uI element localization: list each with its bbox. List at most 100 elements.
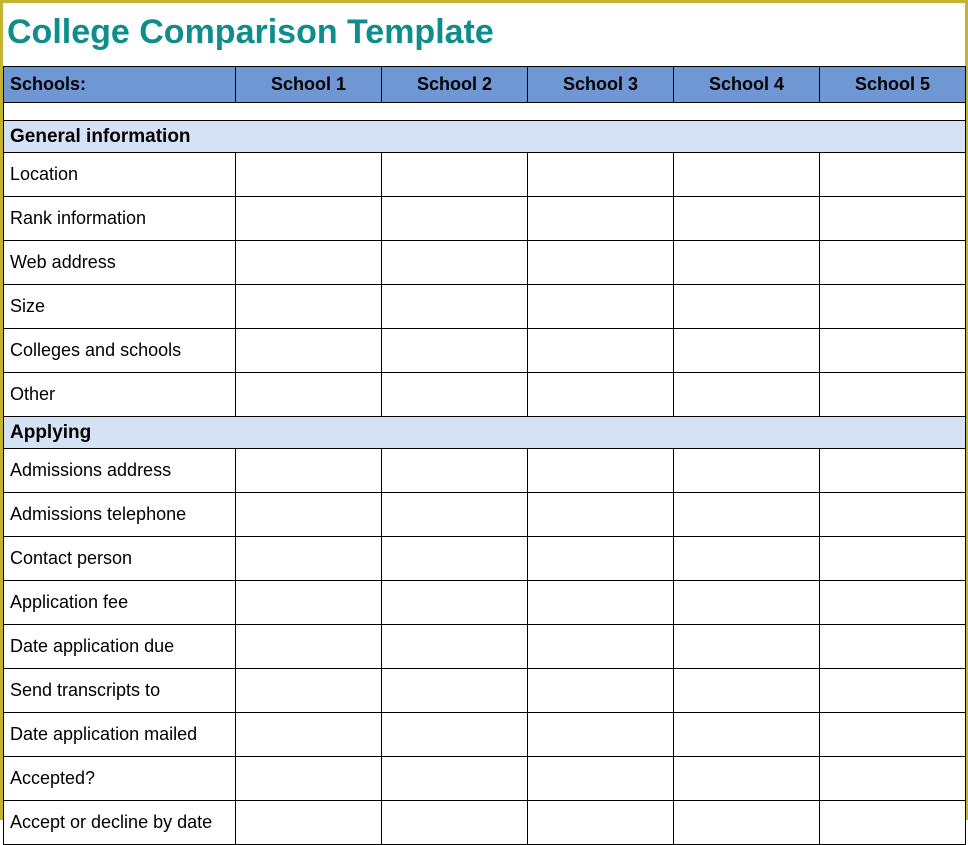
data-cell[interactable] bbox=[674, 285, 820, 329]
data-cell[interactable] bbox=[382, 197, 528, 241]
section-header-row: Applying bbox=[4, 417, 966, 449]
data-cell[interactable] bbox=[820, 153, 966, 197]
section-header-row: General information bbox=[4, 121, 966, 153]
header-row: Schools: School 1 School 2 School 3 Scho… bbox=[4, 67, 966, 103]
table-row: Accepted? bbox=[4, 757, 966, 801]
header-col-2: School 2 bbox=[382, 67, 528, 103]
data-cell[interactable] bbox=[528, 581, 674, 625]
header-col-5: School 5 bbox=[820, 67, 966, 103]
table-row: Colleges and schools bbox=[4, 329, 966, 373]
data-cell[interactable] bbox=[674, 537, 820, 581]
data-cell[interactable] bbox=[820, 285, 966, 329]
table-row: Admissions address bbox=[4, 449, 966, 493]
data-cell[interactable] bbox=[528, 669, 674, 713]
data-cell[interactable] bbox=[236, 373, 382, 417]
row-label: Other bbox=[4, 373, 236, 417]
data-cell[interactable] bbox=[528, 153, 674, 197]
table-row: Admissions telephone bbox=[4, 493, 966, 537]
data-cell[interactable] bbox=[236, 625, 382, 669]
data-cell[interactable] bbox=[674, 669, 820, 713]
data-cell[interactable] bbox=[674, 757, 820, 801]
data-cell[interactable] bbox=[528, 449, 674, 493]
data-cell[interactable] bbox=[674, 581, 820, 625]
data-cell[interactable] bbox=[382, 581, 528, 625]
data-cell[interactable] bbox=[820, 757, 966, 801]
spacer-cell bbox=[4, 103, 966, 121]
data-cell[interactable] bbox=[382, 329, 528, 373]
data-cell[interactable] bbox=[236, 153, 382, 197]
data-cell[interactable] bbox=[820, 669, 966, 713]
data-cell[interactable] bbox=[236, 713, 382, 757]
data-cell[interactable] bbox=[382, 241, 528, 285]
data-cell[interactable] bbox=[528, 801, 674, 845]
row-label: Date application mailed bbox=[4, 713, 236, 757]
data-cell[interactable] bbox=[236, 801, 382, 845]
data-cell[interactable] bbox=[236, 285, 382, 329]
data-cell[interactable] bbox=[528, 373, 674, 417]
data-cell[interactable] bbox=[528, 285, 674, 329]
data-cell[interactable] bbox=[236, 669, 382, 713]
data-cell[interactable] bbox=[528, 197, 674, 241]
data-cell[interactable] bbox=[820, 713, 966, 757]
data-cell[interactable] bbox=[382, 493, 528, 537]
data-cell[interactable] bbox=[382, 373, 528, 417]
data-cell[interactable] bbox=[674, 801, 820, 845]
data-cell[interactable] bbox=[382, 449, 528, 493]
data-cell[interactable] bbox=[382, 153, 528, 197]
header-rowlabel: Schools: bbox=[4, 67, 236, 103]
row-label: Date application due bbox=[4, 625, 236, 669]
data-cell[interactable] bbox=[528, 625, 674, 669]
data-cell[interactable] bbox=[528, 757, 674, 801]
data-cell[interactable] bbox=[820, 373, 966, 417]
data-cell[interactable] bbox=[820, 581, 966, 625]
data-cell[interactable] bbox=[820, 449, 966, 493]
data-cell[interactable] bbox=[674, 449, 820, 493]
data-cell[interactable] bbox=[820, 537, 966, 581]
data-cell[interactable] bbox=[674, 153, 820, 197]
data-cell[interactable] bbox=[382, 625, 528, 669]
data-cell[interactable] bbox=[820, 329, 966, 373]
data-cell[interactable] bbox=[674, 493, 820, 537]
data-cell[interactable] bbox=[236, 493, 382, 537]
data-cell[interactable] bbox=[236, 581, 382, 625]
row-label: Accepted? bbox=[4, 757, 236, 801]
row-label: Admissions address bbox=[4, 449, 236, 493]
page-title: College Comparison Template bbox=[3, 3, 965, 66]
data-cell[interactable] bbox=[236, 537, 382, 581]
data-cell[interactable] bbox=[820, 197, 966, 241]
data-cell[interactable] bbox=[820, 241, 966, 285]
row-label: Web address bbox=[4, 241, 236, 285]
data-cell[interactable] bbox=[528, 241, 674, 285]
table-row: Application fee bbox=[4, 581, 966, 625]
data-cell[interactable] bbox=[528, 537, 674, 581]
table-row: Other bbox=[4, 373, 966, 417]
data-cell[interactable] bbox=[382, 757, 528, 801]
data-cell[interactable] bbox=[236, 197, 382, 241]
data-cell[interactable] bbox=[820, 493, 966, 537]
row-label: Location bbox=[4, 153, 236, 197]
data-cell[interactable] bbox=[236, 757, 382, 801]
data-cell[interactable] bbox=[382, 713, 528, 757]
data-cell[interactable] bbox=[820, 625, 966, 669]
data-cell[interactable] bbox=[674, 197, 820, 241]
data-cell[interactable] bbox=[382, 537, 528, 581]
table-row: Size bbox=[4, 285, 966, 329]
header-col-4: School 4 bbox=[674, 67, 820, 103]
data-cell[interactable] bbox=[528, 713, 674, 757]
data-cell[interactable] bbox=[674, 329, 820, 373]
data-cell[interactable] bbox=[382, 801, 528, 845]
data-cell[interactable] bbox=[674, 241, 820, 285]
data-cell[interactable] bbox=[674, 373, 820, 417]
data-cell[interactable] bbox=[382, 669, 528, 713]
data-cell[interactable] bbox=[236, 329, 382, 373]
data-cell[interactable] bbox=[674, 625, 820, 669]
data-cell[interactable] bbox=[674, 713, 820, 757]
data-cell[interactable] bbox=[236, 449, 382, 493]
data-cell[interactable] bbox=[820, 801, 966, 845]
data-cell[interactable] bbox=[528, 329, 674, 373]
table-row: Web address bbox=[4, 241, 966, 285]
table-row: Location bbox=[4, 153, 966, 197]
data-cell[interactable] bbox=[528, 493, 674, 537]
data-cell[interactable] bbox=[382, 285, 528, 329]
data-cell[interactable] bbox=[236, 241, 382, 285]
